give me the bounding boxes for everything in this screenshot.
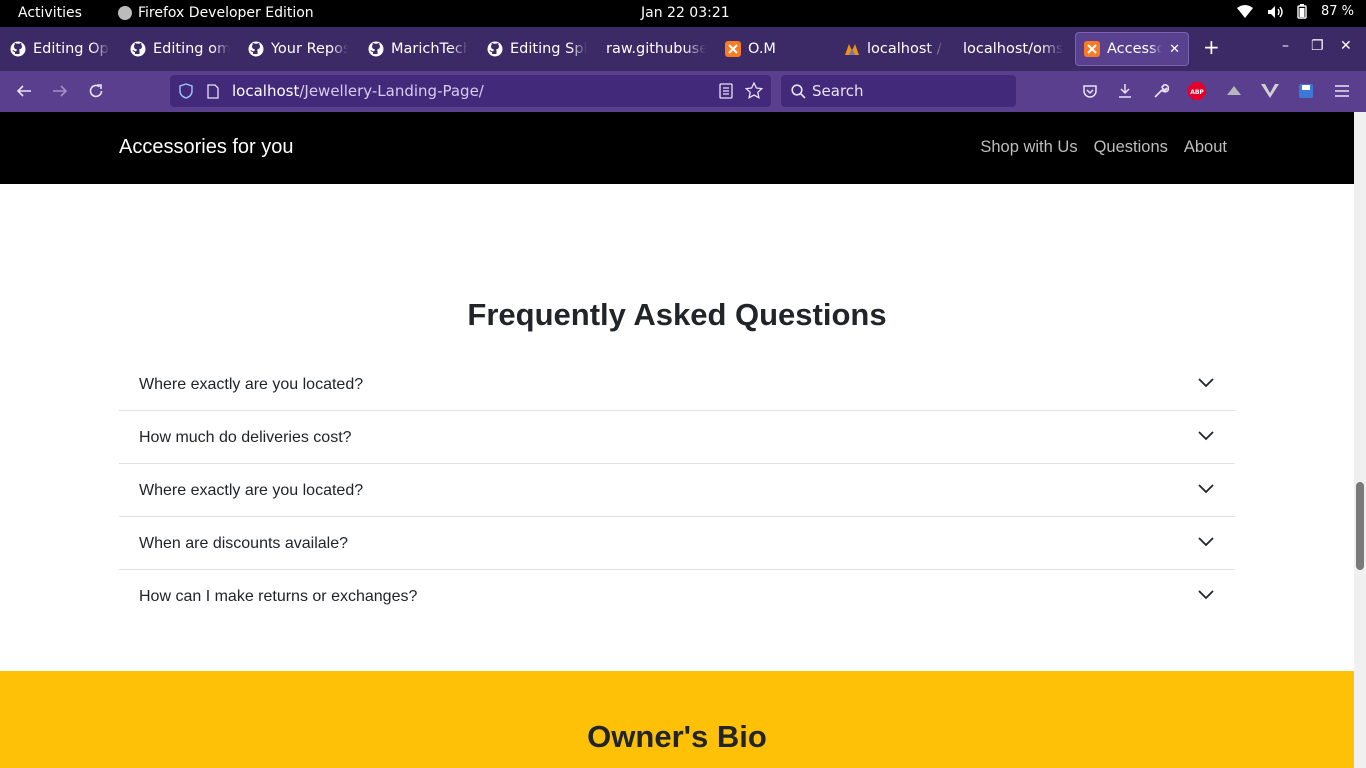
url-text: localhost/Jewellery-Landing-Page/ [232, 82, 484, 100]
tab-label: Editing oms [153, 41, 230, 57]
chevron-down-icon [1198, 431, 1214, 441]
save-extension-icon[interactable] [1296, 81, 1316, 101]
new-tab-button[interactable]: + [1203, 35, 1220, 59]
url-path: /Jewellery-Landing-Page/ [299, 82, 484, 100]
tab-label: localhost / l [867, 41, 944, 57]
faq-question: When are discounts availale? [139, 535, 349, 552]
app-menu[interactable]: Firefox Developer Edition [118, 5, 314, 21]
faq-question: How much do deliveries cost? [139, 429, 352, 446]
tab-label: Editing Spla [510, 41, 587, 57]
tab[interactable]: Your Repos [248, 32, 348, 66]
faq-question: How can I make returns or exchanges? [139, 588, 418, 605]
tab-active[interactable]: Accessori ✕ [1075, 32, 1189, 66]
site-brand[interactable]: Accessories for you [119, 136, 294, 159]
vue-devtools-icon[interactable] [1260, 81, 1280, 101]
github-icon [248, 41, 264, 57]
faq-item[interactable]: How much do deliveries cost? [119, 411, 1235, 464]
phpmyadmin-icon [844, 41, 860, 57]
nav-link-about[interactable]: About [1184, 138, 1227, 157]
faq-question: Where exactly are you located? [139, 376, 364, 393]
app-name: Firefox Developer Edition [138, 5, 314, 21]
back-icon[interactable] [14, 81, 34, 101]
tab[interactable]: Editing oms [130, 32, 230, 66]
os-top-bar: Activities Firefox Developer Edition Jan… [0, 0, 1366, 27]
battery-level: 87 % [1320, 4, 1354, 19]
nav-link-shop[interactable]: Shop with Us [980, 138, 1077, 157]
system-tray[interactable]: 87 % [1236, 4, 1354, 19]
tab[interactable]: raw.githubuser [606, 32, 706, 66]
bookmark-star-icon[interactable] [744, 81, 764, 101]
restore-icon[interactable]: ❐ [1311, 38, 1324, 54]
developer-tools-icon[interactable] [1151, 81, 1171, 101]
activities-button[interactable]: Activities [18, 5, 82, 21]
github-icon [368, 41, 384, 57]
menu-icon[interactable] [1332, 81, 1352, 101]
search-placeholder: Search [812, 82, 864, 100]
extension-icon[interactable] [1224, 81, 1244, 101]
github-icon [130, 41, 146, 57]
site-navbar: Accessories for you Shop with Us Questio… [0, 112, 1354, 184]
minimize-icon[interactable]: – [1282, 38, 1289, 54]
shield-icon[interactable] [176, 81, 196, 101]
wifi-icon [1236, 4, 1253, 18]
page-content: Accessories for you Shop with Us Questio… [0, 112, 1354, 768]
tab[interactable]: MarichTech [368, 32, 468, 66]
site-nav-links: Shop with Us Questions About [980, 138, 1227, 157]
page-icon[interactable] [203, 81, 223, 101]
xampp-icon [1084, 41, 1100, 57]
tab-label: O.M [748, 41, 776, 57]
close-window-icon[interactable]: ✕ [1340, 38, 1352, 54]
address-bar[interactable]: localhost/Jewellery-Landing-Page/ [170, 75, 771, 107]
faq-accordion: Where exactly are you located? How much … [119, 358, 1235, 623]
faq-item[interactable]: Where exactly are you located? [119, 358, 1235, 411]
battery-icon [1297, 4, 1307, 19]
chevron-down-icon [1198, 378, 1214, 388]
tab[interactable]: Editing Spla [487, 32, 587, 66]
faq-question: Where exactly are you located? [139, 482, 364, 499]
github-icon [487, 41, 503, 57]
bio-title: Owner's Bio [587, 719, 767, 754]
tab[interactable]: localhost / l [844, 32, 944, 66]
faq-title: Frequently Asked Questions [467, 297, 887, 332]
download-icon[interactable] [1115, 81, 1135, 101]
faq-item[interactable]: Where exactly are you located? [119, 464, 1235, 517]
tab-label: Editing Opp [33, 41, 110, 57]
page-scrollbar[interactable] [1354, 112, 1366, 768]
url-host: localhost [232, 82, 300, 100]
forward-icon[interactable] [50, 81, 70, 101]
reader-view-icon[interactable] [716, 81, 736, 101]
clock[interactable]: Jan 22 03:21 [641, 5, 730, 21]
faq-item[interactable]: When are discounts availale? [119, 517, 1235, 570]
pocket-icon[interactable] [1080, 81, 1100, 101]
tab-label: MarichTech [391, 41, 468, 57]
reload-icon[interactable] [86, 81, 106, 101]
adblock-plus-icon[interactable]: ABP [1187, 81, 1207, 101]
nav-toolbar: localhost/Jewellery-Landing-Page/ Search… [0, 71, 1366, 112]
firefox-icon [118, 6, 132, 20]
tab-label: raw.githubuser [606, 41, 706, 57]
tab[interactable]: localhost/oms_ [963, 32, 1063, 66]
faq-item[interactable]: How can I make returns or exchanges? [119, 570, 1235, 623]
chevron-down-icon [1198, 537, 1214, 547]
xampp-icon [725, 41, 741, 57]
search-bar[interactable]: Search [781, 75, 1016, 107]
tab-label: localhost/oms_ [963, 41, 1063, 57]
close-tab-icon[interactable]: ✕ [1169, 42, 1180, 57]
volume-icon [1267, 5, 1283, 18]
tab[interactable]: Editing Opp [10, 32, 110, 66]
nav-link-questions[interactable]: Questions [1094, 138, 1168, 157]
owner-bio-section: Owner's Bio [0, 671, 1354, 768]
chevron-down-icon [1198, 484, 1214, 494]
search-icon [788, 81, 808, 101]
svg-text:ABP: ABP [1190, 89, 1204, 96]
tab-label: Your Repos [271, 41, 348, 57]
tab-strip: Editing Opp Editing oms Your Repos Maric… [0, 27, 1366, 71]
github-icon [10, 41, 26, 57]
tab-label: Accessori [1107, 41, 1162, 57]
scrollbar-thumb[interactable] [1356, 482, 1364, 570]
chevron-down-icon [1198, 590, 1214, 600]
tab[interactable]: O.M [725, 32, 785, 66]
